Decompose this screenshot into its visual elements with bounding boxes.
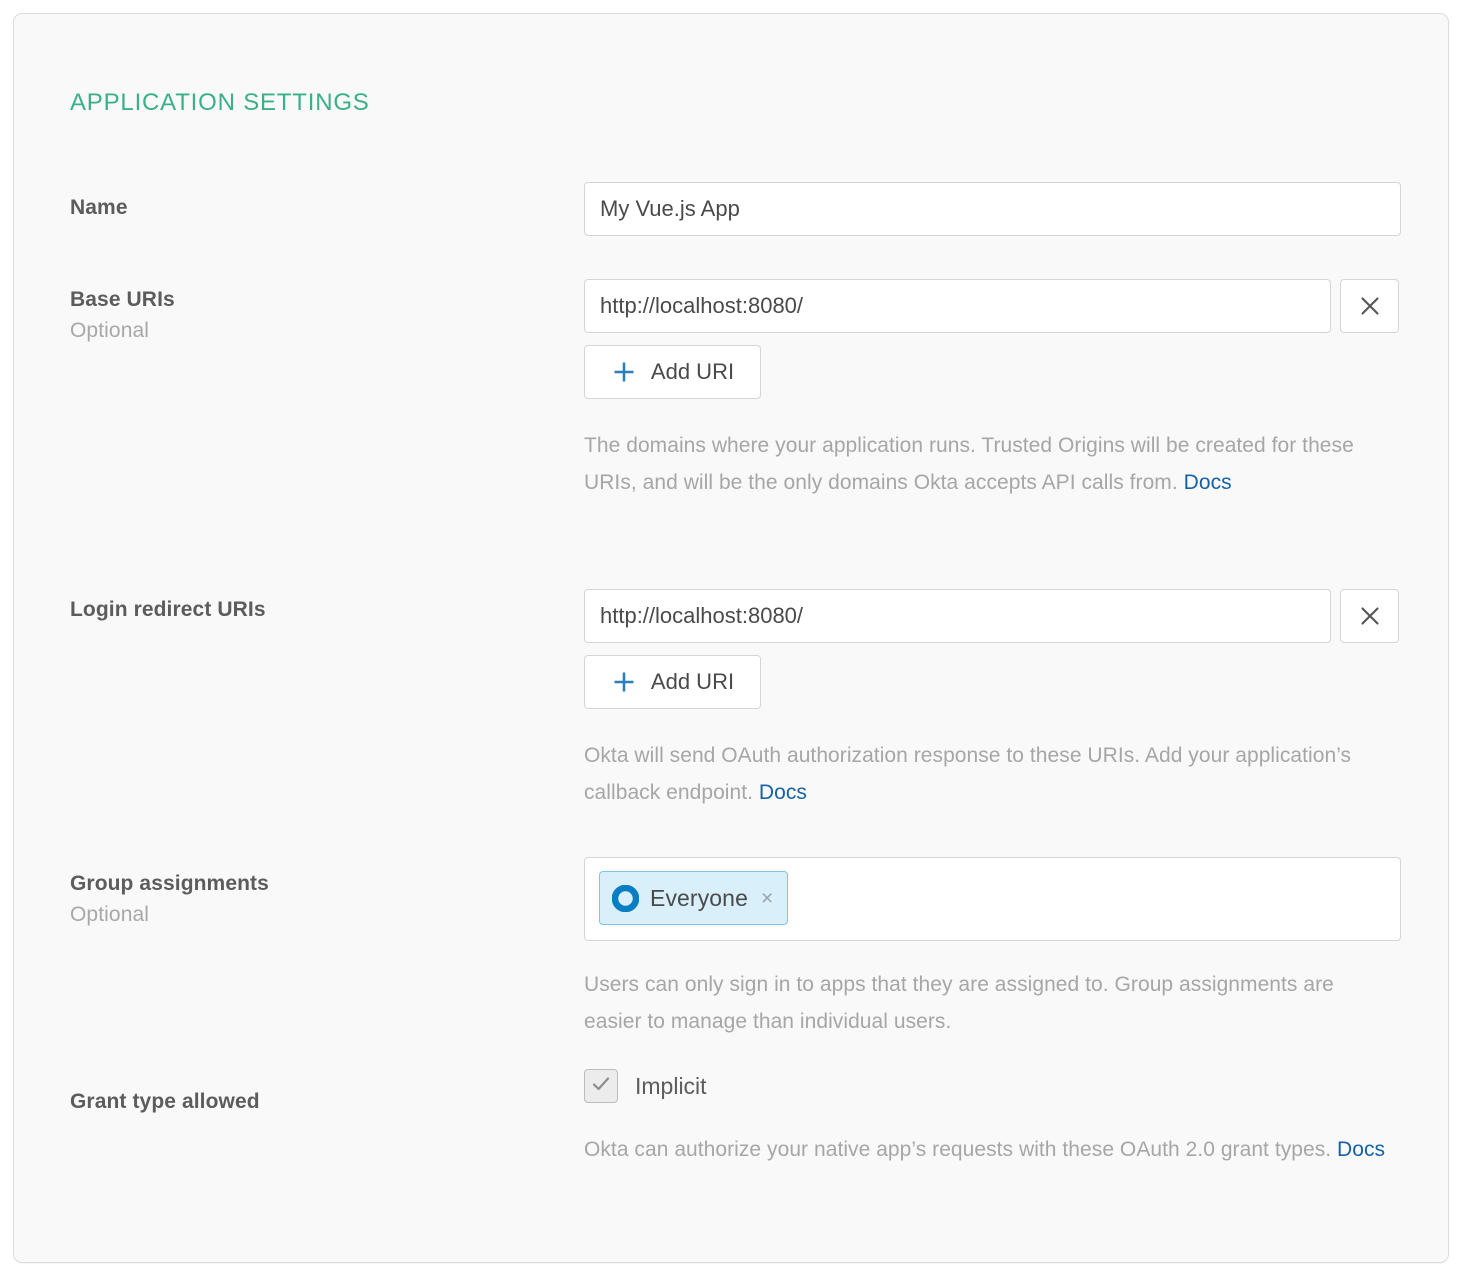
base-uris-field-col: Add URI The domains where your applicati… [584, 279, 1399, 501]
group-assignments-label: Group assignments [70, 870, 540, 898]
add-login-redirect-uri-button[interactable]: Add URI [584, 655, 761, 709]
name-label-col: Name [70, 194, 540, 222]
application-settings-panel: APPLICATION SETTINGS Name Base URIs Opti… [13, 13, 1449, 1263]
group-chip-label: Everyone [650, 885, 748, 912]
grant-type-help-text: Okta can authorize your native app’s req… [584, 1131, 1394, 1168]
login-redirect-uri-input[interactable] [584, 589, 1331, 643]
remove-login-redirect-uri-button[interactable] [1340, 589, 1399, 643]
group-assignments-field-col: Everyone × Users can only sign in to app… [584, 857, 1401, 1040]
base-uris-docs-link[interactable]: Docs [1184, 471, 1232, 494]
plus-icon [611, 669, 637, 695]
login-redirect-label-col: Login redirect URIs [70, 596, 540, 624]
grant-type-docs-link[interactable]: Docs [1337, 1138, 1385, 1161]
check-icon [590, 1073, 612, 1100]
login-redirect-uris-label: Login redirect URIs [70, 596, 540, 624]
implicit-grant-checkbox[interactable] [584, 1069, 618, 1103]
login-redirect-docs-link[interactable]: Docs [759, 781, 807, 804]
base-uri-row [584, 279, 1399, 333]
close-icon [1358, 294, 1382, 318]
login-redirect-help-text: Okta will send OAuth authorization respo… [584, 737, 1394, 811]
okta-group-ring-icon [612, 885, 639, 912]
login-redirect-help-sentence: Okta will send OAuth authorization respo… [584, 744, 1351, 804]
grant-type-field-col: Implicit Okta can authorize your native … [584, 1069, 1394, 1168]
base-uris-label: Base URIs [70, 286, 540, 314]
add-base-uri-button-label: Add URI [651, 359, 734, 385]
add-base-uri-button[interactable]: Add URI [584, 345, 761, 399]
grant-type-label-col: Grant type allowed [70, 1088, 540, 1116]
group-assignments-help-text: Users can only sign in to apps that they… [584, 966, 1394, 1040]
base-uri-input[interactable] [584, 279, 1331, 333]
remove-base-uri-button[interactable] [1340, 279, 1399, 333]
group-chip-everyone[interactable]: Everyone × [599, 871, 788, 925]
implicit-grant-checkbox-row[interactable]: Implicit [584, 1069, 1394, 1103]
group-assignments-optional-label: Optional [70, 901, 540, 929]
base-uris-help-sentence: The domains where your application runs.… [584, 434, 1354, 494]
grant-type-help-sentence: Okta can authorize your native app’s req… [584, 1138, 1337, 1161]
base-uris-label-col: Base URIs Optional [70, 286, 540, 346]
group-chip-remove-icon[interactable]: × [761, 888, 773, 909]
group-assignments-label-col: Group assignments Optional [70, 870, 540, 930]
name-label: Name [70, 194, 540, 222]
close-icon [1358, 604, 1382, 628]
name-field-col [584, 182, 1401, 236]
login-redirect-uri-row [584, 589, 1399, 643]
name-input[interactable] [584, 182, 1401, 236]
application-settings-screen: APPLICATION SETTINGS Name Base URIs Opti… [0, 0, 1462, 1276]
plus-icon [611, 359, 637, 385]
page-title: APPLICATION SETTINGS [70, 89, 370, 117]
base-uris-help-text: The domains where your application runs.… [584, 427, 1394, 501]
base-uris-optional-label: Optional [70, 317, 540, 345]
login-redirect-field-col: Add URI Okta will send OAuth authorizati… [584, 589, 1399, 811]
implicit-grant-checkbox-label: Implicit [635, 1073, 707, 1100]
add-login-redirect-uri-button-label: Add URI [651, 669, 734, 695]
grant-type-allowed-label: Grant type allowed [70, 1088, 540, 1116]
group-assignments-input[interactable]: Everyone × [584, 857, 1401, 941]
group-assignments-help-sentence: Users can only sign in to apps that they… [584, 973, 1334, 1033]
